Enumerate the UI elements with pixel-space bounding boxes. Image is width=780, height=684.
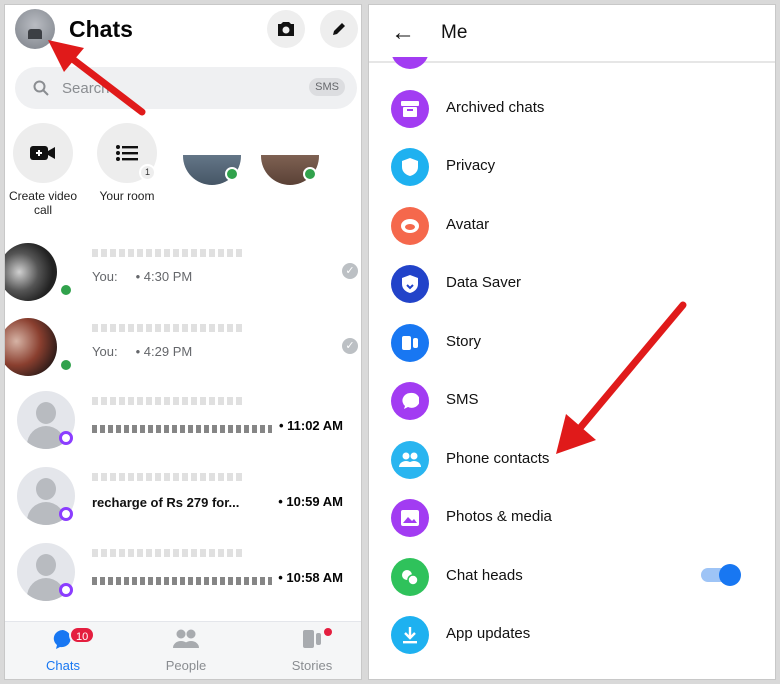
message-preview: You: • 4:29 PM [92,344,193,359]
story-icon [391,324,429,362]
chat-row[interactable]: You: • 4:30 PM ✓ [5,239,361,311]
story-label: Your room [99,189,155,203]
data-saver-icon [391,265,429,303]
item-label: App updates [446,625,531,642]
camera-icon [278,22,294,36]
shield-icon [391,148,429,186]
pencil-icon [333,23,345,35]
sms-icon [391,382,429,420]
active-friend-avatar[interactable] [261,155,319,185]
messenger-badge-icon [59,583,73,597]
chats-header: Chats [5,5,361,61]
contact-name-redacted [92,473,242,481]
unread-badge: 10 [69,626,96,644]
create-video-call[interactable]: Create video call [5,123,83,217]
page-title: Chats [69,16,133,42]
settings-item-sms[interactable]: SMS [369,372,775,430]
chat-row[interactable]: • 11:02 AM [5,387,361,459]
room-count-badge: 1 [139,164,156,181]
active-friend-avatar[interactable] [183,155,241,185]
settings-item-phone-contacts[interactable]: Phone contacts [369,431,775,489]
message-preview: recharge of Rs 279 for... [92,495,240,510]
video-plus-icon [30,146,55,160]
search-placeholder: Search [62,80,110,97]
compose-button[interactable] [320,10,358,48]
search-input[interactable]: Search SMS [15,67,357,109]
timestamp: • 11:02 AM [278,418,343,433]
timestamp: • 10:59 AM [278,494,343,509]
tab-stories[interactable]: Stories [252,628,361,673]
settings-item-app-updates[interactable]: App updates [369,606,775,664]
settings-item-chat-heads[interactable]: Chat heads [369,548,775,606]
avatar-icon [391,207,429,245]
avatar [5,243,57,301]
contact-name-redacted [92,397,242,405]
item-label: SMS [446,391,479,408]
item-label: Privacy [446,157,496,174]
settings-item-privacy[interactable]: Privacy [369,138,775,196]
chats-screen: Chats Search SMS Create video call 1 You… [4,4,362,680]
item-label: Archived chats [446,99,545,116]
chat-heads-icon [391,558,429,596]
camera-button[interactable] [267,10,305,48]
message-preview-redacted [92,577,272,585]
seen-check-icon: ✓ [342,338,358,354]
sms-badge[interactable]: SMS [309,78,345,96]
item-label: Avatar [446,216,490,233]
timestamp: • 10:58 AM [278,570,343,585]
new-story-dot [324,628,332,636]
item-label: Chat heads [446,567,523,584]
messenger-badge-icon [59,431,73,445]
tab-label: Chats [46,658,80,673]
archive-icon [391,90,429,128]
settings-item-archived-chats[interactable]: Archived chats [369,80,775,138]
settings-item-avatar[interactable]: Avatar [369,197,775,255]
settings-item-photos-media[interactable]: Photos & media [369,489,775,547]
message-preview: You: • 4:30 PM [92,269,193,284]
item-label: Data Saver [446,274,522,291]
search-icon [33,80,49,96]
chat-row[interactable]: • 10:58 AM [5,539,361,611]
item-label: Phone contacts [446,450,550,467]
photo-icon [391,499,429,537]
avatar [5,318,57,376]
me-settings-screen: ← Me Archived chats Privacy Avatar Data … [368,4,776,680]
people-icon [173,629,199,648]
seen-check-icon: ✓ [342,263,358,279]
item-label: Photos & media [446,508,552,525]
tab-people[interactable]: People [126,628,246,673]
contact-name-redacted [92,324,242,332]
tab-label: Stories [291,658,333,673]
list-icon [116,145,138,161]
your-room[interactable]: 1 Your room [87,123,167,203]
online-indicator [59,283,73,297]
page-title: Me [441,22,468,43]
messenger-badge-icon [59,507,73,521]
stories-icon [303,630,321,648]
contact-name-redacted [92,549,242,557]
scrolled-item-icon [391,57,429,69]
chat-heads-toggle[interactable] [701,564,741,586]
settings-item-story[interactable]: Story [369,314,775,372]
contacts-icon [391,441,429,479]
chat-row[interactable]: You: • 4:29 PM ✓ [5,314,361,386]
chat-row[interactable]: recharge of Rs 279 for... • 10:59 AM [5,463,361,535]
item-label: Story [446,333,482,350]
download-icon [391,616,429,654]
bottom-nav: 10 Chats People Stories [5,621,361,679]
tab-label: People [165,658,207,673]
story-label: Create video call [8,189,78,217]
online-indicator [59,358,73,372]
settings-item-data-saver[interactable]: Data Saver [369,255,775,313]
settings-header: ← Me [369,5,775,63]
profile-avatar[interactable] [15,9,55,49]
tab-chats[interactable]: 10 Chats [5,626,123,673]
contact-name-redacted [92,249,242,257]
back-arrow-icon[interactable]: ← [391,19,415,47]
message-preview-redacted [92,425,272,433]
